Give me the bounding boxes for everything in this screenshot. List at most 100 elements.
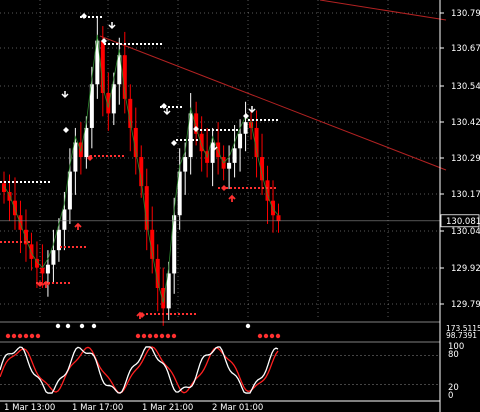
support-dots	[64, 246, 66, 248]
sell-arrow-icon	[108, 22, 116, 30]
support-dots	[150, 313, 152, 315]
strip-dot-red	[171, 333, 177, 339]
resistance-dots	[176, 106, 178, 108]
support-dots	[106, 155, 108, 157]
trendline-upper	[319, 0, 447, 21]
support-dots	[68, 246, 70, 248]
price-chart[interactable]: 130.795 130.670 130.545 130.420 130.295 130.1…	[0, 0, 480, 412]
strip-dot-red	[159, 333, 165, 339]
resistance-dots	[132, 43, 134, 45]
trendline	[99, 0, 447, 171]
resistance-dots	[260, 119, 262, 121]
osc-signal-line	[0, 346, 279, 394]
resistance-dots	[188, 139, 190, 141]
grid	[0, 0, 440, 320]
candle-body	[232, 148, 237, 163]
strip-dot-red	[269, 333, 275, 339]
support-dots	[68, 282, 70, 284]
resistance-dots	[92, 16, 94, 18]
strip-dot-red	[257, 333, 263, 339]
support-dots	[170, 313, 172, 315]
strip-dot-red	[147, 333, 153, 339]
support-dots	[274, 187, 276, 189]
strip-label-2: 98.7391	[446, 331, 477, 340]
osc-label-0: 0	[448, 391, 453, 401]
candle-body	[51, 250, 56, 265]
support-dots	[60, 282, 62, 284]
resistance-dots	[156, 43, 158, 45]
resistance-dots	[44, 181, 46, 183]
support-dots	[190, 313, 192, 315]
strip-dot-red	[141, 333, 147, 339]
candle-body	[271, 200, 276, 216]
resistance-dots	[248, 119, 250, 121]
resistance-dots	[176, 139, 178, 141]
support-dots	[94, 155, 96, 157]
signal-diamond	[161, 103, 167, 109]
support-dots	[64, 282, 66, 284]
chart-canvas[interactable]: 130.795 130.670 130.545 130.420 130.295 130.1…	[0, 0, 480, 412]
support-dots	[98, 155, 100, 157]
price-label: 130.795	[451, 9, 480, 19]
support-dots	[254, 187, 256, 189]
resistance-dots	[276, 119, 278, 121]
resistance-dots	[220, 129, 222, 131]
resistance-dots	[264, 119, 266, 121]
support-dots	[16, 241, 18, 243]
resistance-dots	[208, 129, 210, 131]
support-dots	[270, 187, 272, 189]
support-dots	[110, 155, 112, 157]
resistance-dots	[36, 181, 38, 183]
buy-arrow-icon	[228, 194, 236, 202]
resistance-dots	[100, 16, 102, 18]
resistance-dots	[8, 181, 10, 183]
strip-dot-red	[275, 333, 281, 339]
buy-arrow-icon	[74, 222, 82, 230]
resistance-dots	[96, 16, 98, 18]
support-dots	[154, 313, 156, 315]
candle-body	[29, 244, 34, 259]
support-dots	[24, 241, 26, 243]
resistance-dots	[12, 181, 14, 183]
sell-arrow-icon	[248, 106, 256, 114]
support-dots	[118, 155, 120, 157]
candle-body	[276, 215, 281, 222]
support-dots	[178, 313, 180, 315]
support-dots	[80, 246, 82, 248]
support-dots	[4, 241, 6, 243]
resistance-dots	[124, 43, 126, 45]
candle-body	[183, 157, 188, 172]
resistance-dots	[180, 106, 182, 108]
support-dots	[238, 187, 240, 189]
strip-dot-red	[165, 333, 171, 339]
trendline-lower	[99, 35, 447, 171]
price-label: 130.045	[451, 227, 480, 237]
time-label-4: 2 Mar 01:00	[212, 403, 263, 412]
resistance-dots	[108, 43, 110, 45]
resistance-dots	[152, 43, 154, 45]
resistance-dots	[232, 129, 234, 131]
support-dots	[250, 187, 252, 189]
signal-diamond	[221, 185, 227, 191]
signal-diamond	[81, 13, 87, 19]
strip-dot-white	[245, 323, 251, 329]
resistance-dots	[216, 129, 218, 131]
resistance-dots	[16, 181, 18, 183]
resistance-dots	[204, 129, 206, 131]
resistance-dots	[272, 119, 274, 121]
strip-dot-white	[79, 323, 85, 329]
strip-dot-white	[91, 323, 97, 329]
resistance-dots	[252, 119, 254, 121]
resistance-dots	[24, 181, 26, 183]
time-label-1: 1 Mar 13:00	[4, 403, 55, 412]
support-dots	[218, 187, 220, 189]
strip-dot-red	[17, 333, 23, 339]
support-dots	[8, 241, 10, 243]
resistance-dots	[224, 129, 226, 131]
price-label: 130.170	[451, 190, 480, 200]
resistance-dots	[40, 181, 42, 183]
support-dots	[102, 155, 104, 157]
resistance-dots	[212, 129, 214, 131]
support-dots	[0, 241, 2, 243]
candle-body	[84, 127, 89, 158]
